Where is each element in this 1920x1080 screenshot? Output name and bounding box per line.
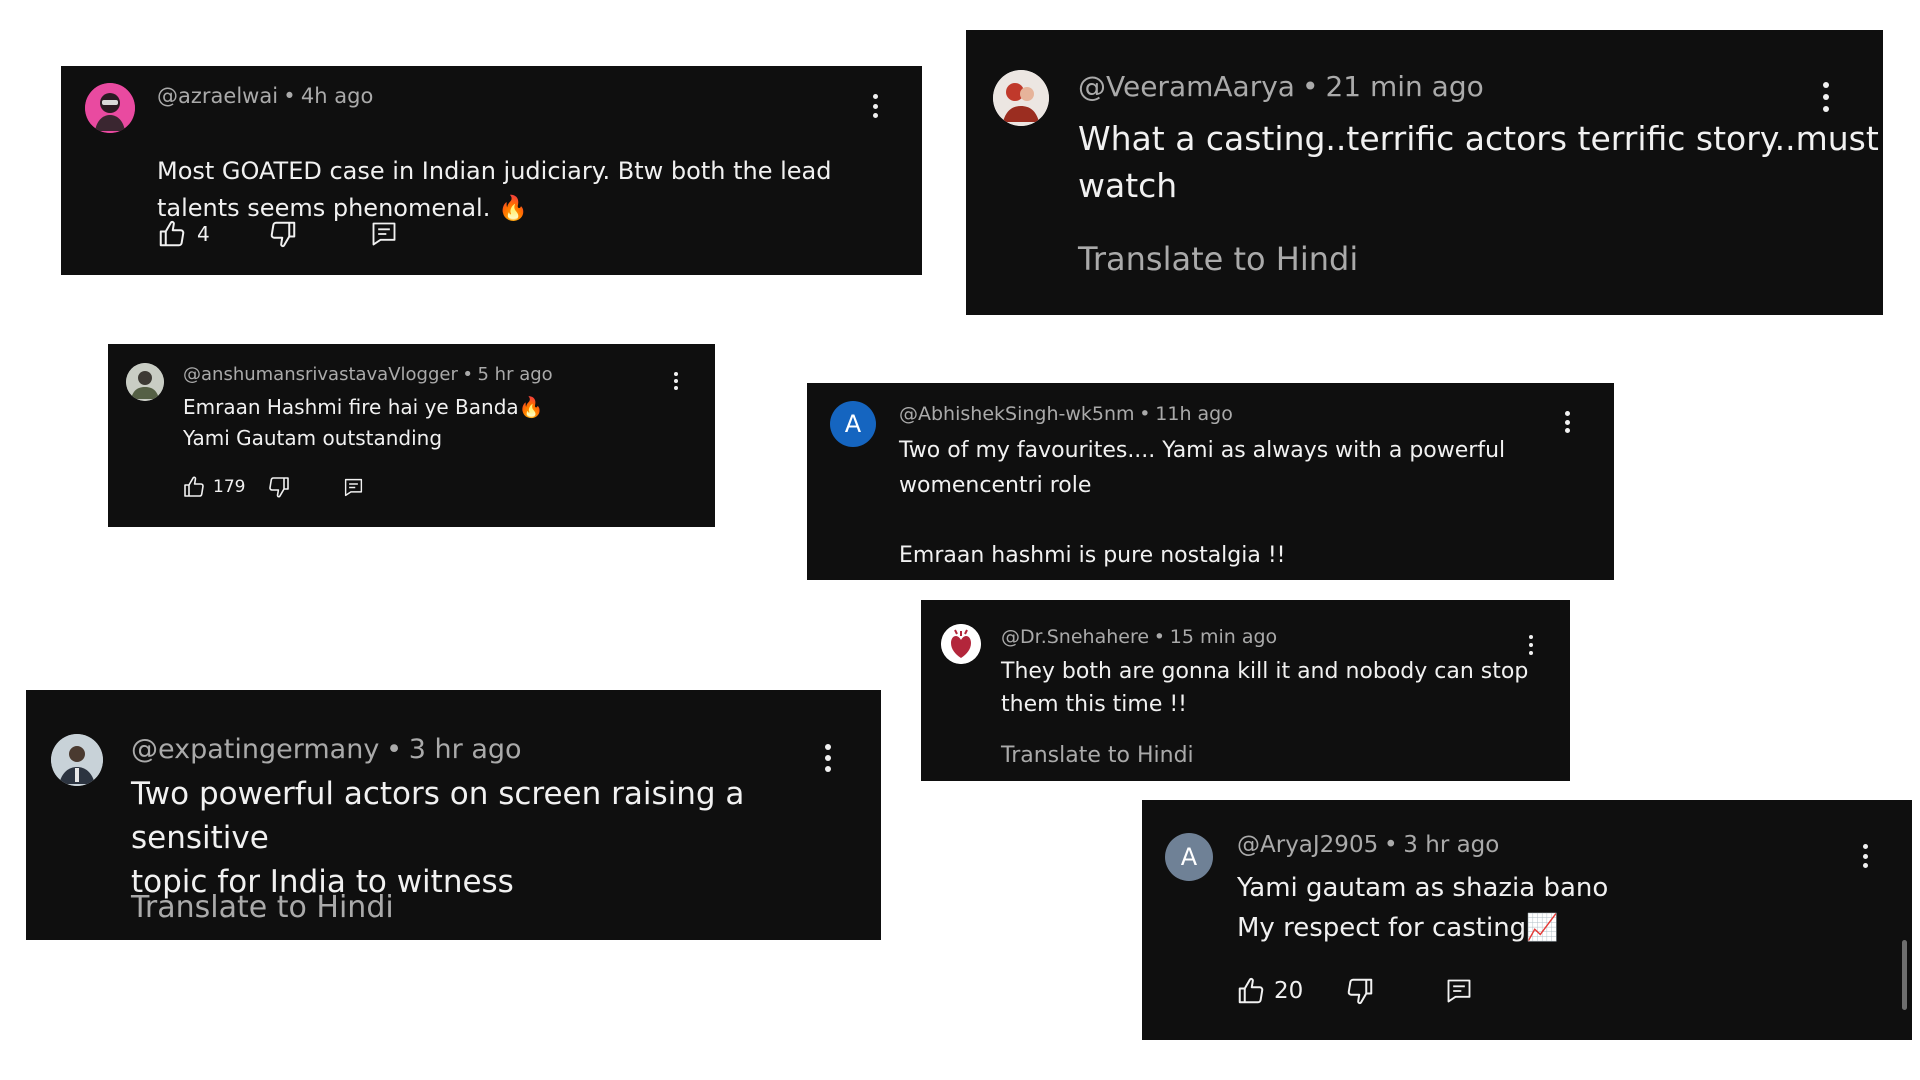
comment-time[interactable]: 4h ago — [301, 84, 373, 108]
comment-time[interactable]: 5 hr ago — [478, 364, 553, 385]
avatar-photo-icon — [126, 363, 164, 401]
author-handle[interactable]: @Dr.Snehahere — [1001, 626, 1149, 648]
comment-text: What a casting..terrific actors terrific… — [1078, 119, 1879, 205]
comment-text-content: Most GOATED case in Indian judiciary. Bt… — [157, 157, 832, 222]
avatar-photo-icon — [51, 734, 103, 786]
like-count: 4 — [197, 222, 210, 246]
comment-icon — [343, 477, 364, 498]
comment-text: Two powerful actors on screen raising a … — [131, 776, 745, 900]
comment-card: @azraelwai • 4h ago Most GOATED case in In… — [61, 66, 922, 275]
fire-emoji-icon: 🔥 — [518, 395, 544, 419]
comment-line: Yami gautam as shazia bano — [1237, 873, 1609, 903]
user-avatar[interactable] — [126, 363, 164, 401]
avatar-photo-icon — [941, 624, 981, 664]
comment-line: My respect for casting📈 — [1237, 913, 1559, 943]
author-handle[interactable]: @expatingermany — [131, 734, 379, 765]
meta-separator: • — [386, 734, 403, 765]
meta-separator: • — [1383, 832, 1398, 858]
reply-button[interactable] — [1445, 977, 1473, 1005]
thumbs-down-icon — [268, 219, 298, 249]
avatar-letter: A — [844, 410, 862, 438]
meta-separator: • — [283, 84, 296, 108]
author-handle[interactable]: @AbhishekSingh-wk5nm — [899, 403, 1135, 425]
comment-time[interactable]: 11h ago — [1155, 403, 1233, 425]
author-handle[interactable]: @AryaJ2905 — [1237, 832, 1378, 858]
more-options-button[interactable] — [868, 94, 882, 118]
like-count: 179 — [213, 477, 246, 497]
thumbs-up-icon — [182, 475, 206, 499]
dislike-button[interactable] — [1345, 976, 1375, 1006]
comment-card: @Dr.Snehahere • 15 min ago They both are g… — [921, 600, 1570, 781]
chart-increasing-emoji-icon: 📈 — [1526, 913, 1559, 943]
thumbs-down-icon — [1345, 976, 1375, 1006]
thumbs-up-icon — [157, 219, 187, 249]
scrollbar[interactable] — [1902, 940, 1907, 1010]
user-avatar[interactable] — [85, 83, 135, 133]
comment-actions: 20 — [1236, 974, 1473, 1008]
translate-link[interactable]: Translate to Hindi — [1078, 240, 1358, 278]
avatar-photo-icon — [85, 83, 135, 133]
comment-text: Two of my favourites.... Yami as always … — [899, 438, 1506, 568]
author-handle[interactable]: @azraelwai — [157, 84, 278, 108]
comment-card: A @AryaJ2905 • 3 hr ago Yami gautam as sha… — [1142, 800, 1912, 1040]
author-handle[interactable]: @VeeramAarya — [1078, 70, 1295, 103]
more-options-button[interactable] — [1819, 82, 1833, 112]
avatar-photo-icon — [993, 70, 1049, 126]
comment-actions: 4 — [157, 218, 398, 250]
dislike-button[interactable] — [268, 219, 298, 249]
comment-time[interactable]: 3 hr ago — [1403, 832, 1499, 858]
comment-card: @VeeramAarya • 21 min ago What a casting..… — [966, 30, 1883, 315]
comment-actions: 179 — [182, 474, 364, 500]
user-avatar[interactable] — [941, 624, 981, 664]
comment-line: Emraan Hashmi fire hai ye Banda🔥 — [183, 395, 544, 419]
comment-meta: @azraelwai • 4h ago — [157, 84, 373, 108]
comment-text: Yami gautam as shazia bano My respect fo… — [1237, 868, 1608, 948]
thumbs-down-icon — [267, 475, 291, 499]
thumbs-up-icon — [1236, 976, 1266, 1006]
author-handle[interactable]: @anshumansrivastavaVlogger — [183, 364, 458, 385]
comment-text: Most GOATED case in Indian judiciary. Bt… — [157, 116, 831, 227]
user-avatar[interactable] — [993, 70, 1049, 126]
meta-separator: • — [462, 364, 473, 385]
fire-emoji-icon: 🔥 — [497, 194, 528, 222]
comment-card: A @AbhishekSingh-wk5nm • 11h ago Two of my… — [807, 383, 1614, 580]
comment-meta: @AbhishekSingh-wk5nm • 11h ago — [899, 403, 1233, 425]
like-button[interactable] — [1236, 976, 1266, 1006]
comment-meta: @anshumansrivastavaVlogger • 5 hr ago — [183, 364, 553, 385]
like-button[interactable] — [182, 475, 206, 499]
meta-separator: • — [1139, 403, 1151, 425]
dislike-button[interactable] — [267, 475, 291, 499]
like-button[interactable] — [157, 219, 187, 249]
meta-separator: • — [1153, 626, 1165, 648]
comment-time[interactable]: 15 min ago — [1170, 626, 1277, 648]
more-options-button[interactable] — [1860, 844, 1870, 868]
user-avatar[interactable]: A — [1165, 833, 1213, 881]
more-options-button[interactable] — [1562, 411, 1572, 433]
comment-meta: @VeeramAarya • 21 min ago — [1078, 70, 1484, 103]
more-options-button[interactable] — [671, 372, 681, 390]
comment-meta: @AryaJ2905 • 3 hr ago — [1237, 832, 1499, 858]
comment-card: @anshumansrivastavaVlogger • 5 hr ago Emra… — [108, 344, 715, 527]
comment-text: They both are gonna kill it and nobody c… — [1001, 659, 1529, 717]
avatar-letter: A — [1180, 843, 1198, 871]
reply-button[interactable] — [370, 220, 398, 248]
comment-text: Emraan Hashmi fire hai ye Banda🔥 Yami Ga… — [183, 392, 544, 454]
meta-separator: • — [1301, 70, 1319, 103]
user-avatar[interactable] — [51, 734, 103, 786]
comment-time[interactable]: 21 min ago — [1325, 70, 1483, 103]
comment-meta: @Dr.Snehahere • 15 min ago — [1001, 626, 1277, 648]
comment-icon — [370, 220, 398, 248]
comment-line: Yami Gautam outstanding — [183, 426, 443, 450]
comment-meta: @expatingermany • 3 hr ago — [131, 734, 522, 765]
comment-time[interactable]: 3 hr ago — [409, 734, 522, 765]
like-count: 20 — [1274, 978, 1304, 1004]
comment-card: @expatingermany • 3 hr ago Two powerful ac… — [26, 690, 881, 940]
user-avatar[interactable]: A — [830, 401, 876, 447]
more-options-button[interactable] — [822, 744, 834, 772]
comment-icon — [1445, 977, 1473, 1005]
more-options-button[interactable] — [1526, 635, 1536, 655]
reply-button[interactable] — [343, 477, 364, 498]
translate-link[interactable]: Translate to Hindi — [1001, 743, 1194, 768]
translate-link[interactable]: Translate to Hindi — [131, 890, 394, 925]
